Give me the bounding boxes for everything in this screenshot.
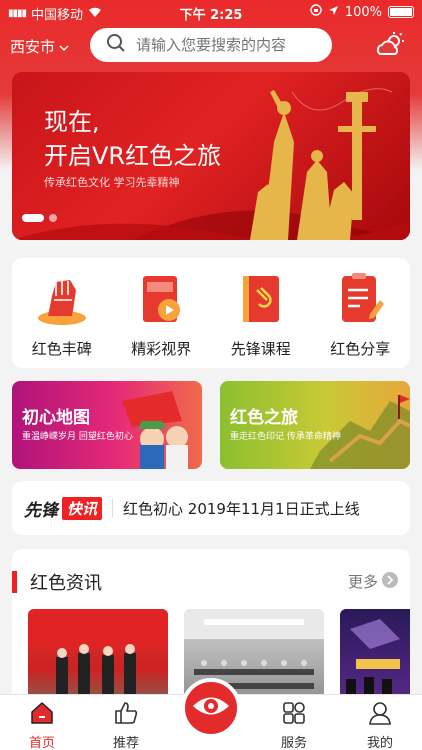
more-label: 更多 bbox=[347, 573, 378, 591]
quick-entry-panel: 红色丰碑 精彩视界 先锋课程 红色分享 bbox=[12, 258, 410, 368]
quick-item-label: 红色分享 bbox=[330, 340, 391, 358]
quick-item-label: 红色丰碑 bbox=[31, 340, 92, 358]
quick-item-vision[interactable]: 精彩视界 bbox=[116, 270, 206, 368]
hero-banner[interactable]: 现在, 开启VR红色之旅 传承红色文化 学习先辈精神 bbox=[12, 72, 410, 240]
raised-fist-icon bbox=[32, 270, 92, 328]
promo-journey-subtitle: 重走红色印记 传承革命精神 bbox=[230, 432, 341, 442]
tab-label: 推荐 bbox=[112, 736, 139, 750]
promo-map-title: 初心地图 bbox=[22, 408, 90, 428]
promo-journey-title: 红色之旅 bbox=[230, 408, 298, 428]
page-dot bbox=[49, 214, 57, 222]
quick-item-monument[interactable]: 红色丰碑 bbox=[17, 270, 107, 368]
weather-icon[interactable] bbox=[376, 32, 404, 62]
news-brand: 先锋 bbox=[24, 500, 58, 521]
banner-subtitle: 传承红色文化 学习先辈精神 bbox=[44, 176, 180, 189]
quick-item-label: 先锋课程 bbox=[230, 340, 291, 358]
tab-profile[interactable]: 我的 bbox=[340, 701, 420, 750]
battery-icon bbox=[388, 6, 414, 18]
tab-label: 我的 bbox=[366, 736, 393, 750]
tab-recommend[interactable]: 推荐 bbox=[86, 701, 166, 750]
chevron-right-icon bbox=[382, 571, 398, 592]
banner-title-line1: 现在, bbox=[44, 108, 100, 136]
section-accent-bar bbox=[12, 571, 17, 593]
more-link[interactable]: 更多 bbox=[348, 571, 398, 592]
document-edit-icon bbox=[330, 270, 390, 328]
tab-services[interactable]: 服务 bbox=[254, 701, 334, 750]
quick-item-share[interactable]: 红色分享 bbox=[315, 270, 405, 368]
rotation-lock-icon bbox=[310, 4, 322, 20]
thumbs-up-icon bbox=[113, 701, 139, 729]
banner-title-line2: 开启VR红色之旅 bbox=[44, 142, 222, 170]
video-book-icon bbox=[131, 270, 191, 328]
battery-percent: 100% bbox=[344, 4, 382, 20]
banner-pagination bbox=[22, 214, 57, 222]
search-box[interactable] bbox=[90, 28, 332, 62]
quick-item-course[interactable]: 先锋课程 bbox=[216, 270, 306, 368]
chevron-down-icon bbox=[59, 38, 69, 56]
tab-home[interactable]: 首页 bbox=[2, 701, 82, 750]
promo-map-subtitle: 重温峥嵘岁月 回望红色初心 bbox=[22, 432, 133, 442]
search-input[interactable] bbox=[136, 36, 326, 54]
user-icon bbox=[367, 701, 393, 729]
news-brand-badge: 快讯 bbox=[62, 496, 103, 520]
home-icon bbox=[29, 701, 55, 729]
status-bar: ▮▮▮▮ 中国移动 下午 2:25 100% bbox=[0, 0, 422, 24]
page-dot-active bbox=[22, 214, 44, 222]
news-headline[interactable]: 红色初心 2019年11月1日正式上线 bbox=[123, 498, 360, 519]
quick-item-label: 精彩视界 bbox=[131, 340, 192, 358]
news-ticker[interactable]: 先锋 快讯 红色初心 2019年11月1日正式上线 bbox=[12, 481, 410, 535]
party-book-icon bbox=[231, 270, 291, 328]
eye-icon bbox=[191, 691, 231, 725]
promo-journey[interactable]: 红色之旅 重走红色印记 传承革命精神 bbox=[220, 381, 410, 469]
top-bar: 西安市 bbox=[0, 28, 422, 64]
search-icon bbox=[106, 33, 126, 57]
location-icon bbox=[328, 5, 339, 20]
section-title: 红色资讯 bbox=[30, 573, 102, 594]
city-label: 西安市 bbox=[10, 38, 56, 56]
news-divider bbox=[112, 499, 114, 517]
vr-center-button[interactable] bbox=[181, 678, 241, 738]
tab-label: 服务 bbox=[280, 736, 307, 750]
grid-apps-icon bbox=[281, 701, 307, 729]
promo-map[interactable]: 初心地图 重温峥嵘岁月 回望红色初心 bbox=[12, 381, 202, 469]
tab-label: 首页 bbox=[28, 736, 55, 750]
city-selector[interactable]: 西安市 bbox=[10, 36, 69, 57]
